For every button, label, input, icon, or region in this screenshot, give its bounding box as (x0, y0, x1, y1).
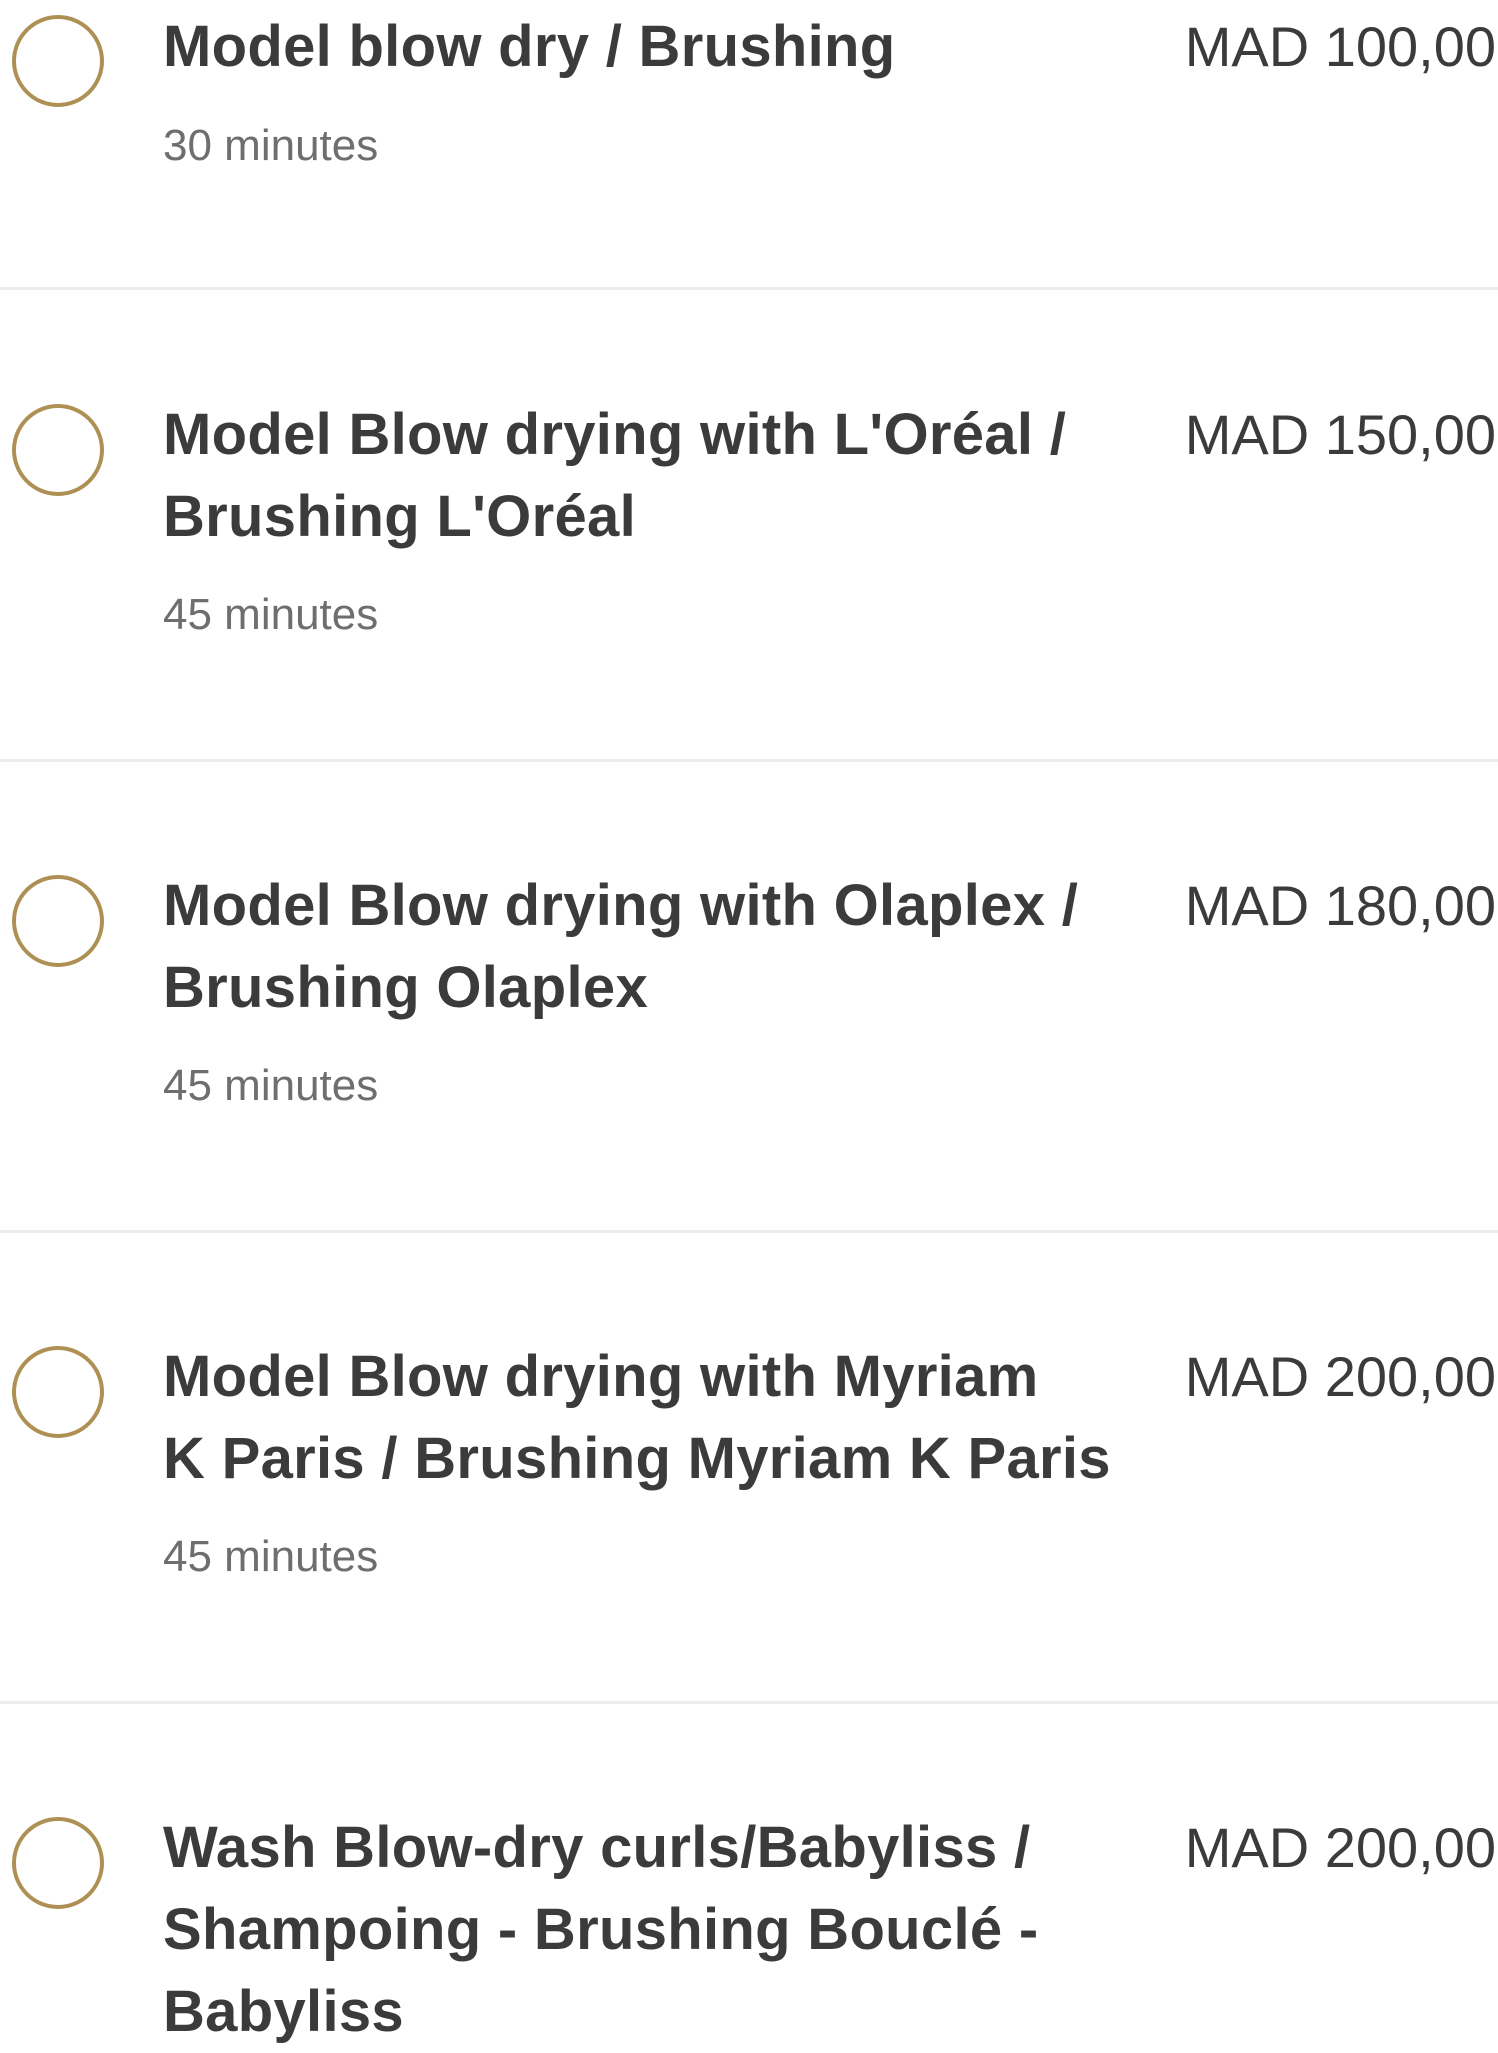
service-name-line: Babyliss (163, 1979, 404, 2044)
radio-button[interactable] (12, 15, 104, 107)
service-name-line: Model Blow drying with Olaplex / (163, 873, 1079, 938)
service-price: MAD 150,00 (1184, 403, 1496, 466)
service-item[interactable]: Model blow dry / Brushing 30 minutes MAD… (0, 0, 1498, 290)
service-price: MAD 180,00 (1184, 874, 1496, 937)
service-item[interactable]: Model Blow drying with Olaplex / Brushin… (0, 762, 1498, 1233)
service-name-line: Wash Blow-dry curls/Babyliss / (163, 1815, 1031, 1880)
radio-button[interactable] (12, 1817, 104, 1909)
service-name: Model blow dry / Brushing (163, 6, 1123, 88)
service-duration: 30 minutes (163, 121, 379, 170)
service-list: Model blow dry / Brushing 30 minutes MAD… (0, 0, 1498, 2044)
service-name-line: Model Blow drying with Myriam (163, 1344, 1039, 1409)
service-duration: 45 minutes (163, 1532, 379, 1581)
service-name-line: Brushing Olaplex (163, 955, 648, 1020)
service-name: Model Blow drying with Olaplex / Brushin… (163, 865, 1123, 1029)
service-price: MAD 200,00 (1184, 1345, 1496, 1408)
service-name: Model Blow drying with Myriam K Paris / … (163, 1336, 1123, 1500)
service-item[interactable]: Model Blow drying with L'Oréal / Brushin… (0, 290, 1498, 762)
service-name-line: K Paris / Brushing Myriam K Paris (163, 1426, 1111, 1491)
service-name-line: Model blow dry / Brushing (163, 14, 896, 79)
service-duration: 45 minutes (163, 1061, 379, 1110)
service-name: Wash Blow-dry curls/Babyliss / Shampoing… (163, 1807, 1123, 2053)
service-price: MAD 200,00 (1184, 1816, 1496, 1879)
service-name-line: Brushing L'Oréal (163, 484, 636, 549)
service-duration: 45 minutes (163, 590, 379, 639)
service-name-line: Shampoing - Brushing Bouclé - (163, 1897, 1039, 1962)
service-price: MAD 100,00 (1184, 15, 1496, 78)
radio-button[interactable] (12, 1346, 104, 1438)
service-item[interactable]: Wash Blow-dry curls/Babyliss / Shampoing… (0, 1704, 1498, 2044)
radio-button[interactable] (12, 404, 104, 496)
service-item[interactable]: Model Blow drying with Myriam K Paris / … (0, 1233, 1498, 1704)
radio-button[interactable] (12, 875, 104, 967)
service-name: Model Blow drying with L'Oréal / Brushin… (163, 394, 1123, 558)
service-name-line: Model Blow drying with L'Oréal / (163, 402, 1067, 467)
